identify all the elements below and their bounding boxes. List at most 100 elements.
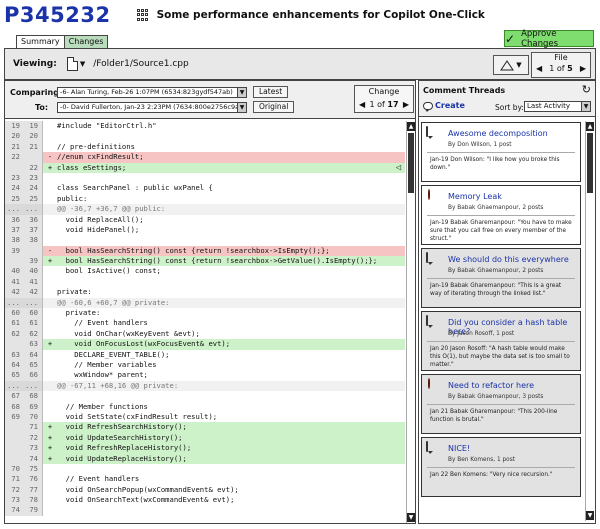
scroll-up-icon[interactable]: ▲ <box>586 122 594 131</box>
diff-line[interactable]: 24 24 class SearchPanel : public wxPanel { <box>5 183 405 194</box>
to-label: To: <box>35 103 49 112</box>
divider <box>427 278 575 279</box>
scroll-thumb[interactable] <box>408 133 414 193</box>
diff-line[interactable]: 25 25 public: <box>5 193 405 205</box>
grid-icon[interactable] <box>136 9 149 21</box>
scroll-up-icon[interactable]: ▲ <box>407 122 415 131</box>
next-change-button[interactable]: ▶ <box>403 98 409 111</box>
viewing-label: Viewing: <box>13 59 57 69</box>
diff-line[interactable]: 65 66 wxWindow* parent; <box>5 370 405 381</box>
diff-line[interactable]: 20 20 <box>5 131 405 142</box>
old-line-number <box>5 256 24 267</box>
diff-line[interactable]: 21 21 // pre-definitions <box>5 141 405 153</box>
diff-line[interactable]: 71 + void RefreshSearchHistory(); <box>5 422 405 433</box>
compare-bar: Comparing: To: -6- Alan Turing, Feb-26 1… <box>5 81 415 119</box>
prev-change-button[interactable]: ◀ <box>359 98 365 111</box>
thread-title[interactable]: Awesome decomposition <box>448 129 548 138</box>
old-line-number <box>5 422 24 433</box>
diff-line[interactable]: 70 75 <box>5 463 405 475</box>
diff-hunk-header[interactable]: ...... @@ -36,7 +36,7 @@ public: <box>5 204 405 215</box>
diff-line[interactable]: 22 + class eSettings; ◁ <box>5 162 405 173</box>
diff-line[interactable]: 74 79 <box>5 505 405 516</box>
comment-thread[interactable]: Awesome decomposition By Don Wilson, 1 po… <box>421 122 581 182</box>
thread-title[interactable]: NICE! <box>448 444 470 453</box>
diff-marker <box>43 485 57 495</box>
diff-line[interactable]: 74 + void UpdateReplaceHistory(); <box>5 453 405 464</box>
diff-marker <box>43 495 57 505</box>
diff-line[interactable]: 63 + void OnFocusLost(wxFocusEvent& evt); <box>5 339 405 350</box>
diff-line[interactable]: 37 37 void HidePanel(); <box>5 224 405 236</box>
comment-thread[interactable]: We should do this everywhere By Babak Gha… <box>421 248 581 308</box>
scroll-down-icon[interactable]: ▼ <box>407 513 415 522</box>
diff-line[interactable]: 69 70 void SetState(cxFindResult result); <box>5 411 405 423</box>
diff-hunk-header[interactable]: ...... @@ -60,6 +60,7 @@ private: <box>5 297 405 309</box>
code-text: // Event handlers <box>57 474 140 484</box>
diff-marker: + <box>47 162 53 172</box>
diff-line[interactable]: 72 77 void OnSearchPopup(wxCommandEvent& … <box>5 484 405 496</box>
original-button[interactable]: Original <box>253 101 295 113</box>
file-icon[interactable] <box>66 57 78 71</box>
diff-hunk-header[interactable]: ...... @@ -67,11 +68,16 @@ private: <box>5 380 405 392</box>
comment-thread[interactable]: Need to refactor here By Babak Ghaemanpou… <box>421 374 581 434</box>
view-options-button[interactable]: ▼ <box>493 55 529 75</box>
new-line-number: 24 <box>24 183 43 194</box>
diff-line[interactable]: 71 76 // Event handlers <box>5 474 405 485</box>
code-view[interactable]: 19 19 #include "EditorCtrl.h" 20 20 21 21// pr… <box>5 121 405 523</box>
diff-line[interactable]: 67 68 <box>5 391 405 402</box>
diff-line[interactable]: 61 61 // Event handlers <box>5 318 405 329</box>
diff-line[interactable]: 23 23 <box>5 172 405 184</box>
old-line-number: 39 <box>5 245 24 257</box>
diff-line[interactable]: 42 42 private: <box>5 287 405 298</box>
diff-line[interactable]: 19 19 #include "EditorCtrl.h" <box>5 121 405 132</box>
latest-button[interactable]: Latest <box>253 86 289 98</box>
chevron-down-icon[interactable]: ▼ <box>80 60 85 68</box>
diff-line[interactable]: 38 38 <box>5 235 405 246</box>
scroll-down-icon[interactable]: ▼ <box>586 511 594 520</box>
diff-line[interactable]: 41 41 <box>5 276 405 288</box>
comment-thread[interactable]: NICE! By Ben Komens, 1 post Jan 22 Ben Kom… <box>421 437 581 497</box>
prev-file-button[interactable]: ◀ <box>536 63 542 75</box>
diff-line[interactable]: 22 -//enum cxFindResult; <box>5 152 405 163</box>
refresh-icon[interactable]: ↻ <box>582 83 591 96</box>
diff-line[interactable]: 39 - bool HasSearchString() const {return… <box>5 245 405 257</box>
diff-line[interactable]: 40 40 bool IsActive() const; <box>5 266 405 277</box>
diff-line[interactable]: 39 + bool HasSearchString() const {return… <box>5 256 405 267</box>
thread-title[interactable]: Need to refactor here <box>448 381 534 390</box>
create-comment-button[interactable]: Create <box>423 101 465 112</box>
new-line-number: 37 <box>24 224 43 236</box>
new-line-number: 78 <box>24 495 43 506</box>
diff-line[interactable]: 72 + void UpdateSearchHistory(); <box>5 432 405 444</box>
diff-line[interactable]: 73 + void RefreshReplaceHistory(); <box>5 443 405 454</box>
new-line-number: 40 <box>24 266 43 277</box>
comment-thread[interactable]: Did you consider a hash table here? By Ja… <box>421 311 581 371</box>
diff-line[interactable]: 68 69 // Member functions <box>5 401 405 412</box>
diff-line[interactable]: 62 62 void OnChar(wxKeyEvent &evt); <box>5 328 405 340</box>
diff-line[interactable]: 63 64 DECLARE_EVENT_TABLE(); <box>5 349 405 360</box>
code-text: bool IsActive() const; <box>57 266 161 276</box>
diff-line[interactable]: 36 36 void ReplaceAll(); <box>5 214 405 225</box>
approve-changes-button[interactable]: ✓ Approve Changes <box>504 29 594 49</box>
compare-to-select[interactable]: -0- David Fullerton, Jan-23 2:23PM (7634… <box>57 102 247 113</box>
diff-line[interactable]: 64 65 // Member variables <box>5 359 405 371</box>
new-line-number: 75 <box>24 463 43 475</box>
old-line-number: 67 <box>5 391 24 402</box>
comment-thread[interactable]: Memory Leak By Babak Ghaemanpour, 2 posts… <box>421 185 581 245</box>
thread-title[interactable]: Memory Leak <box>448 192 502 201</box>
scroll-thumb[interactable] <box>587 133 593 193</box>
code-text: // Member functions <box>57 401 148 411</box>
tab-summary[interactable]: Summary <box>16 35 65 48</box>
diff-marker: - <box>47 152 53 162</box>
sort-select[interactable]: Last Activity ▼ <box>524 101 591 112</box>
comments-scrollbar[interactable]: ▲ ▼ <box>585 121 594 521</box>
diff-marker <box>43 131 57 141</box>
tab-changes[interactable]: Changes <box>63 35 109 48</box>
diff-line[interactable]: 60 60 private: <box>5 308 405 319</box>
diff-line[interactable]: 73 78 void OnSearchText(wxCommandEvent& e… <box>5 495 405 506</box>
old-line-number: 23 <box>5 172 24 184</box>
thread-title[interactable]: We should do this everywhere <box>448 255 569 264</box>
compare-from-select[interactable]: -6- Alan Turing, Feb-26 1:07PM (6534:823… <box>57 87 247 98</box>
code-scrollbar[interactable]: ▲ ▼ <box>406 121 415 523</box>
next-file-button[interactable]: ▶ <box>580 63 586 75</box>
